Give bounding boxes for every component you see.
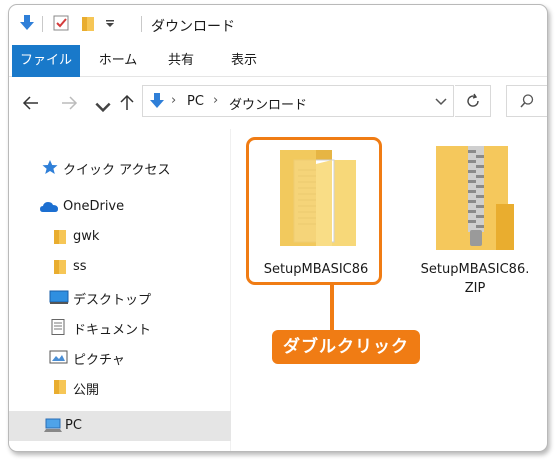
- address-row: › PC › ダウンロード: [9, 77, 547, 129]
- picture-icon: [49, 350, 68, 364]
- tab-view[interactable]: 表示: [219, 45, 269, 77]
- nav-label: ドキュメント: [73, 323, 152, 338]
- computer-icon: [44, 418, 62, 432]
- search-icon: [520, 94, 534, 108]
- nav-label: gwk: [73, 229, 100, 244]
- separator: [141, 16, 142, 32]
- navigation-pane: クイック アクセス OneDrive gwk ss デスクトップ ドキュメント …: [9, 129, 231, 451]
- breadcrumb-separator: ›: [213, 93, 219, 108]
- dropdown-icon[interactable]: [105, 19, 115, 29]
- highlight-box: [246, 137, 382, 285]
- separator: [42, 16, 43, 32]
- folder-icon: [54, 260, 66, 274]
- down-arrow-icon: [150, 93, 164, 108]
- star-icon: [42, 160, 58, 174]
- breadcrumb-downloads[interactable]: ダウンロード: [229, 94, 307, 113]
- title-bar: ダウンロード: [9, 5, 547, 45]
- address-bar[interactable]: › PC › ダウンロード: [142, 85, 454, 117]
- nav-label: OneDrive: [63, 199, 125, 214]
- nav-label: ss: [73, 259, 87, 274]
- folder-icon[interactable]: [81, 15, 95, 32]
- refresh-icon: [466, 93, 479, 107]
- nav-item-desktop[interactable]: デスクトップ: [9, 283, 231, 311]
- document-icon: [51, 319, 65, 335]
- zip-folder-icon: [436, 146, 514, 250]
- cloud-icon: [40, 202, 58, 212]
- file-name: SetupMBASIC86. ZIP: [420, 262, 530, 296]
- nav-label: PC: [65, 418, 82, 433]
- chevron-down-icon[interactable]: [435, 97, 447, 107]
- nav-label: ピクチャ: [73, 353, 125, 368]
- zip-item-setupmbasic86[interactable]: SetupMBASIC86. ZIP: [408, 142, 542, 302]
- nav-item-public[interactable]: 公開: [9, 373, 231, 401]
- nav-label: デスクトップ: [73, 293, 152, 308]
- nav-item-pc[interactable]: PC: [9, 411, 231, 441]
- search-input[interactable]: [506, 85, 547, 117]
- nav-label: 公開: [73, 383, 100, 398]
- up-arrow-icon[interactable]: [117, 93, 137, 113]
- chevron-down-icon[interactable]: [93, 97, 113, 117]
- desktop-icon: [49, 290, 69, 304]
- nav-item-onedrive[interactable]: OneDrive: [9, 193, 231, 221]
- nav-item-documents[interactable]: ドキュメント: [9, 313, 231, 341]
- window-title: ダウンロード: [151, 19, 235, 35]
- forward-arrow-icon[interactable]: [59, 93, 79, 113]
- breadcrumb-separator: ›: [171, 93, 177, 108]
- nav-item-gwk[interactable]: gwk: [9, 223, 231, 251]
- tab-file[interactable]: ファイル: [12, 45, 80, 77]
- nav-item-pictures[interactable]: ピクチャ: [9, 343, 231, 371]
- tab-share[interactable]: 共有: [159, 45, 203, 77]
- nav-item-quick-access[interactable]: クイック アクセス: [9, 153, 231, 181]
- down-arrow-icon[interactable]: [19, 14, 35, 32]
- nav-label: クイック アクセス: [63, 163, 171, 178]
- callout-pointer: [330, 285, 334, 331]
- callout-label: ダブルクリック: [272, 330, 420, 364]
- ribbon-tabs: ファイル ホーム 共有 表示: [9, 45, 547, 77]
- folder-icon: [54, 230, 66, 244]
- tab-home[interactable]: ホーム: [91, 45, 145, 77]
- folder-icon: [54, 380, 66, 394]
- nav-item-ss[interactable]: ss: [9, 253, 231, 281]
- breadcrumb-pc[interactable]: PC: [187, 94, 204, 109]
- refresh-button[interactable]: [455, 85, 491, 117]
- checkbox-icon[interactable]: [53, 15, 70, 32]
- back-arrow-icon[interactable]: [21, 93, 41, 113]
